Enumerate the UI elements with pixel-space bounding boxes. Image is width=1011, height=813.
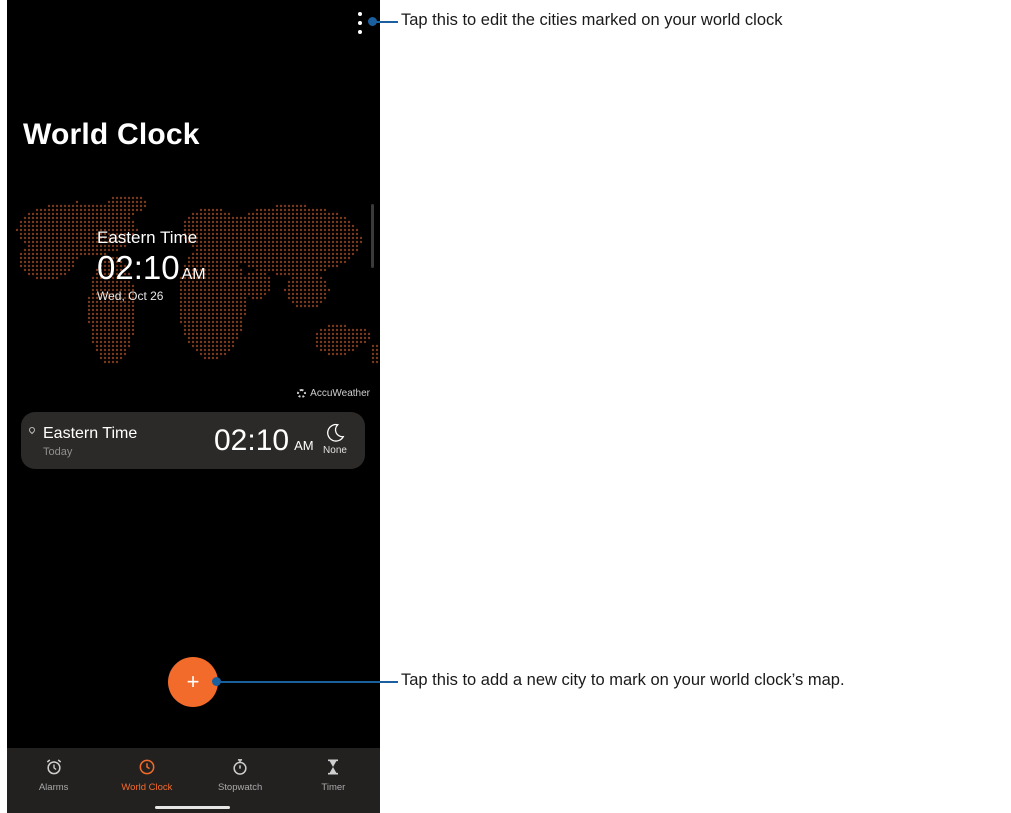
city-name: Eastern Time	[43, 425, 138, 442]
weather-label: None	[323, 445, 347, 456]
map-zone-name: Eastern Time	[97, 228, 198, 247]
city-time: 02:10 AM	[214, 424, 314, 458]
city-time-ampm: AM	[294, 438, 314, 453]
map-time-ampm: AM	[181, 266, 206, 283]
city-card[interactable]: Eastern Time Today 02:10 AM None	[21, 412, 365, 469]
nav-label-timer: Timer	[321, 782, 346, 793]
nav-item-timer[interactable]: Timer	[287, 748, 380, 813]
scrollbar[interactable]	[371, 204, 374, 268]
kebab-dot	[358, 12, 362, 16]
clock-icon	[139, 759, 155, 775]
location-pin-icon	[27, 425, 37, 435]
nav-item-alarms[interactable]: Alarms	[7, 748, 100, 813]
alarm-icon	[46, 759, 61, 775]
moon-icon	[327, 423, 345, 442]
callout-add-line	[220, 681, 398, 683]
nav-label-alarms: Alarms	[38, 782, 69, 793]
callout-add-text: Tap this to add a new city to mark on yo…	[401, 671, 845, 689]
bottom-nav: Alarms World Clock Stopwatch Timer	[7, 748, 380, 813]
nav-item-world-clock[interactable]: World Clock	[100, 748, 193, 813]
callout-menu-text: Tap this to edit the cities marked on yo…	[401, 11, 783, 29]
hourglass-icon	[328, 759, 339, 775]
accuweather-logo-icon	[297, 389, 307, 398]
city-time-value: 02:10	[214, 424, 290, 457]
map-time-label: Eastern Time 02:10 AM Wed, Oct 26	[97, 228, 206, 303]
callout-menu-line	[376, 21, 398, 23]
phone-screen: World Clock Eastern Time 02:10 AM Wed, O…	[7, 0, 380, 813]
kebab-dot	[358, 30, 362, 34]
nav-label-world-clock: World Clock	[121, 782, 173, 793]
city-day: Today	[43, 446, 73, 458]
kebab-dot	[358, 21, 362, 25]
more-options-button[interactable]	[353, 12, 367, 34]
map-time-value: 02:10	[97, 249, 180, 286]
map-time: 02:10 AM	[97, 249, 206, 287]
map-date: Wed, Oct 26	[97, 289, 164, 303]
home-indicator[interactable]	[155, 806, 230, 809]
add-city-button[interactable]: +	[168, 657, 218, 707]
stopwatch-icon	[233, 759, 247, 775]
city-weather: None	[319, 422, 351, 456]
nav-label-stopwatch: Stopwatch	[217, 782, 263, 793]
accuweather-attribution: AccuWeather	[297, 388, 370, 399]
accuweather-label: AccuWeather	[310, 388, 370, 399]
page-title: World Clock	[23, 118, 200, 151]
nav-item-stopwatch[interactable]: Stopwatch	[194, 748, 287, 813]
